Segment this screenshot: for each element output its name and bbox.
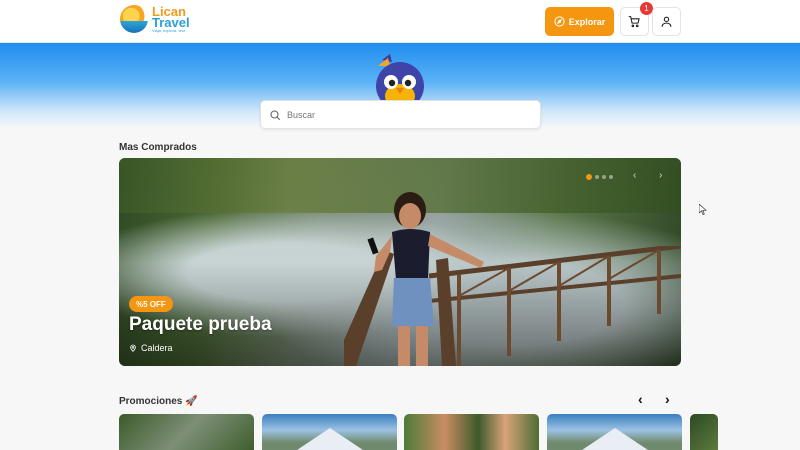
- chevron-right-icon[interactable]: ›: [659, 170, 662, 181]
- user-account-button[interactable]: [652, 7, 681, 36]
- discount-badge: %5 OFF: [129, 296, 173, 312]
- logo-sun-icon: [120, 5, 148, 33]
- section-title-most-bought: Mas Comprados: [119, 142, 197, 153]
- promo-card[interactable]: [119, 414, 254, 450]
- search-input[interactable]: [287, 109, 527, 120]
- top-header: Lican Travel Viaja, explora, vive Explor…: [0, 0, 800, 43]
- section-title-promotions: Promociones 🚀: [119, 396, 198, 407]
- carousel-dot[interactable]: [595, 175, 599, 179]
- cart-icon: [628, 16, 640, 28]
- package-location-label: Caldera: [141, 343, 173, 353]
- carousel-dot[interactable]: [609, 175, 613, 179]
- promo-card[interactable]: [404, 414, 539, 450]
- bird-mascot-icon: [376, 54, 424, 104]
- explore-button[interactable]: Explorar: [545, 7, 614, 36]
- user-icon: [661, 16, 672, 27]
- promotions-prev-button[interactable]: ‹: [638, 391, 643, 407]
- promotions-next-button[interactable]: ›: [665, 391, 670, 407]
- promo-card[interactable]: [547, 414, 682, 450]
- carousel-dots: [586, 174, 613, 180]
- lican-travel-logo[interactable]: Lican Travel Viaja, explora, vive: [120, 5, 190, 33]
- promo-card[interactable]: [262, 414, 397, 450]
- search-bar[interactable]: [260, 100, 541, 129]
- mouse-cursor-icon: [699, 204, 707, 215]
- carousel-dot[interactable]: [586, 174, 592, 180]
- carousel-dot[interactable]: [602, 175, 606, 179]
- chevron-left-icon[interactable]: ‹: [633, 170, 636, 181]
- promo-card[interactable]: [690, 414, 718, 450]
- location-pin-icon: [130, 344, 136, 352]
- search-icon: [270, 109, 281, 120]
- logo-text-line2: Travel: [152, 14, 190, 30]
- package-location: Caldera: [129, 343, 173, 353]
- logo-tagline: Viaja, explora, vive: [152, 27, 186, 33]
- package-title: Paquete prueba: [129, 314, 272, 335]
- traveler-photo: [344, 192, 484, 366]
- explore-button-label: Explorar: [568, 16, 606, 27]
- compass-icon: [554, 16, 565, 27]
- featured-package-card[interactable]: ‹ › %5 OFF Paquete prueba Caldera: [119, 158, 681, 366]
